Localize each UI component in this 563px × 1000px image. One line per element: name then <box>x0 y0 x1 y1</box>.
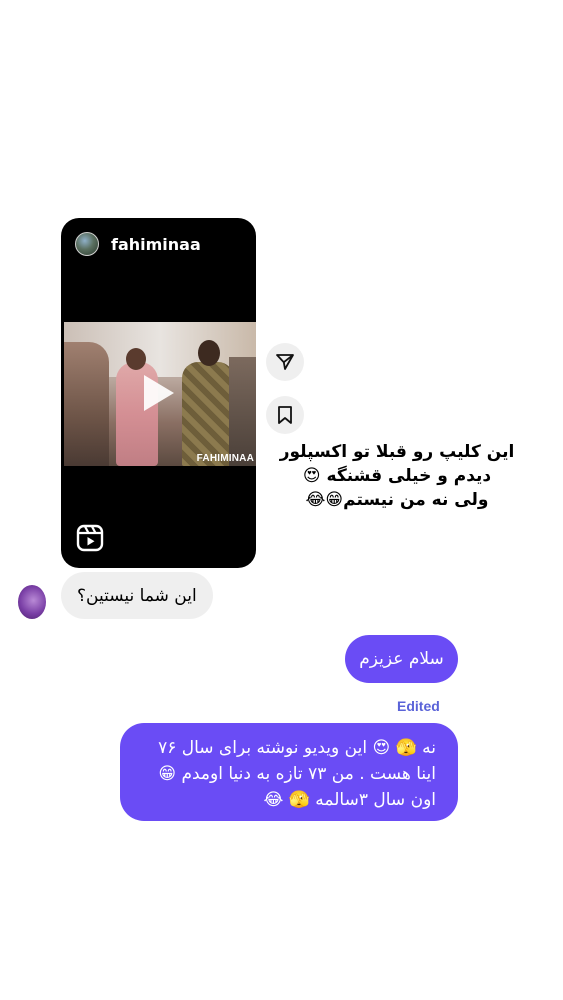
received-message-text: این شما نیستین؟ <box>77 585 197 606</box>
shared-reel-card[interactable]: fahiminaa FAHIMINAA <box>61 218 256 568</box>
thumb-man-plaid <box>182 362 234 466</box>
save-reel-button[interactable] <box>266 396 304 434</box>
sticker-line-3: ولی نه من نیستم😁😂 <box>305 490 489 510</box>
sent-message-line-1: نه 🫣 😍 این ویدیو نوشته برای سال ۷۶ <box>158 738 436 758</box>
thumb-man-head <box>198 340 220 366</box>
reel-header[interactable]: fahiminaa <box>75 232 201 256</box>
sent-message-line-2: اینا هست . من ۷۳ تازه به دنیا اومدم 😁 <box>158 764 436 784</box>
sent-message-line-3: اون سال ۳سالمه 🫣 😂 <box>263 790 436 810</box>
sticker-line-2: دیدم و خیلی قشنگه 😍 <box>302 466 492 486</box>
sent-message-bubble-edited[interactable]: نه 🫣 😍 این ویدیو نوشته برای سال ۷۶ اینا … <box>120 723 458 821</box>
overlay-sticker-text: این کلیپ رو قبلا تو اکسپلور دیدم و خیلی … <box>272 440 522 512</box>
reel-author-avatar[interactable] <box>75 232 99 256</box>
sticker-line-1: این کلیپ رو قبلا تو اکسپلور <box>279 442 515 462</box>
thumb-right-crowd <box>229 357 256 466</box>
sent-message-text: سلام عزیزم <box>359 649 444 669</box>
edited-label: Edited <box>397 698 440 714</box>
paper-plane-icon <box>276 354 294 370</box>
reel-thumbnail[interactable]: FAHIMINAA <box>64 322 256 466</box>
play-icon[interactable] <box>144 375 174 411</box>
sent-message-bubble[interactable]: سلام عزیزم <box>345 635 458 683</box>
thumb-left-crowd <box>64 342 109 466</box>
sender-avatar[interactable] <box>18 585 46 619</box>
reel-watermark: FAHIMINAA <box>196 453 254 464</box>
reel-author-username[interactable]: fahiminaa <box>111 235 201 254</box>
thumb-dancer-head <box>126 348 146 370</box>
received-message-bubble[interactable]: این شما نیستین؟ <box>61 572 213 619</box>
share-reel-button[interactable] <box>266 343 304 381</box>
chat-screen: fahiminaa FAHIMINAA این کلیپ رو قبلا تو … <box>0 0 563 1000</box>
reels-icon <box>76 524 104 552</box>
bookmark-icon <box>278 406 292 424</box>
